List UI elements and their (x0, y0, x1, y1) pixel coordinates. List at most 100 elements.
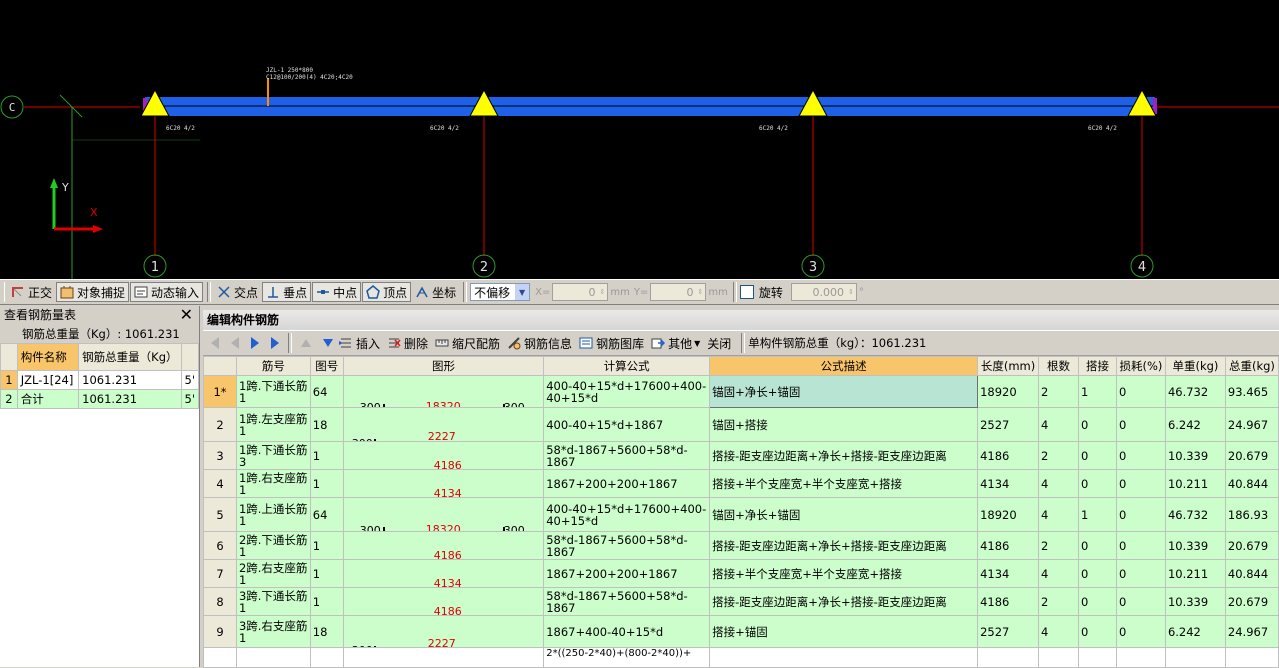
close-icon[interactable]: ✕ (180, 305, 193, 324)
y-offset-input[interactable]: 0 ⇕ (650, 283, 707, 301)
col-unit-weight[interactable]: 单重(kg) (1164, 356, 1226, 376)
formula-description[interactable]: 搭接-距支座边距离+净长+搭接-距支座边距离 (709, 531, 979, 560)
count[interactable]: 4 (1038, 407, 1079, 442)
row-number[interactable]: 6 (203, 531, 237, 560)
col-total-weight[interactable]: 钢筋总重量（Kg） (78, 343, 182, 371)
figure-number[interactable]: 1 (309, 559, 344, 588)
intersect-snap-button[interactable]: 交点 (214, 282, 261, 302)
bar-number[interactable]: 1跨.上通长筋1 (235, 497, 311, 532)
rebar-library-button[interactable]: 钢筋图库 (579, 335, 644, 352)
shape-cell[interactable]: 4186 (342, 441, 545, 470)
bar-number[interactable]: 3跨.下通长筋1 (235, 587, 311, 616)
row-number[interactable] (203, 647, 237, 668)
table-row[interactable]: 5 1跨.上通长筋1 64 300 18320 300 400-40+15*d+17600+… (203, 497, 1279, 532)
unit-weight[interactable]: 10.339 (1164, 441, 1226, 470)
figure-number[interactable]: 18 (309, 615, 344, 648)
table-row[interactable]: 93跨.右支座筋11830022271867+400-40+15*d搭接+锚固2… (203, 615, 1279, 648)
count[interactable]: 2 (1038, 441, 1079, 470)
length[interactable]: 2527 (977, 407, 1040, 442)
loss[interactable] (1115, 647, 1166, 668)
total-weight[interactable]: 93.465 (1224, 375, 1279, 408)
shape-cell[interactable]: 4134 (342, 469, 545, 498)
length[interactable]: 4186 (977, 441, 1040, 470)
col-loss[interactable]: 损耗(%) (1115, 356, 1166, 376)
delete-button[interactable]: 删除 (387, 335, 428, 352)
bar-number[interactable]: 1跨.左支座筋1 (235, 407, 311, 442)
count[interactable]: 4 (1038, 615, 1079, 648)
calc-formula[interactable]: 2*((250-2*40)+(800-2*40))+ (543, 647, 711, 668)
unit-weight[interactable]: 46.732 (1164, 497, 1226, 532)
col-length[interactable]: 长度(mm) (977, 356, 1040, 376)
total-weight[interactable]: 40.844 (1224, 469, 1279, 498)
length[interactable]: 18920 (977, 375, 1040, 408)
figure-number[interactable]: 64 (309, 497, 344, 532)
row-number[interactable]: 5 (203, 497, 237, 532)
osnap-button[interactable]: 对象捕捉 (56, 282, 130, 302)
loss[interactable]: 0 (1115, 615, 1166, 648)
calc-formula[interactable]: 400-40+15*d+1867 (543, 407, 711, 442)
row-number[interactable]: 7 (203, 559, 237, 588)
calc-formula[interactable]: 58*d-1867+5600+58*d-1867 (543, 587, 711, 616)
total-weight[interactable]: 20.679 (1224, 587, 1279, 616)
row-number[interactable]: 2 (203, 407, 237, 442)
shape-cell[interactable]: 300 2227 (342, 407, 545, 442)
vertex-snap-button[interactable]: 顶点 (362, 282, 412, 302)
row-number[interactable]: 9 (203, 615, 237, 648)
next-record-icon[interactable] (251, 337, 259, 349)
shape-cell[interactable]: 4186 (342, 587, 545, 616)
bar-number[interactable]: 1跨.下通长筋1 (235, 375, 311, 408)
row-number[interactable]: 8 (203, 587, 237, 616)
table-row[interactable]: 6 2跨.下通长筋1 1 4186 58*d-1867+5600+58*d-1867 搭接… (203, 531, 1279, 560)
lap[interactable] (1078, 647, 1117, 668)
loss[interactable]: 0 (1115, 375, 1166, 408)
col-formula[interactable]: 计算公式 (543, 356, 711, 376)
x-offset-input[interactable]: 0 ⇕ (552, 283, 609, 301)
total-weight[interactable] (1224, 647, 1279, 668)
count[interactable]: 2 (1038, 375, 1079, 408)
shape-cell[interactable]: 300 2227 (342, 615, 545, 648)
col-count[interactable]: 根数 (1038, 356, 1079, 376)
unit-weight[interactable]: 10.211 (1164, 469, 1226, 498)
rebar-info-button[interactable]: 钢筋信息 (507, 335, 572, 352)
length[interactable] (977, 647, 1040, 668)
lap[interactable]: 0 (1078, 441, 1117, 470)
lap[interactable]: 0 (1078, 531, 1117, 560)
scale-rebar-button[interactable]: 缩尺配筋 (435, 335, 500, 352)
table-row[interactable]: 1 JZL-1[24] 1061.231 5' (0, 370, 199, 390)
bar-number[interactable]: 3跨.右支座筋1 (235, 615, 311, 648)
loss[interactable]: 0 (1115, 559, 1166, 588)
offset-mode-select[interactable]: 不偏移 ▼ (470, 283, 531, 301)
formula-description[interactable]: 搭接+半个支座宽+半个支座宽+搭接 (709, 469, 979, 498)
table-row[interactable]: 3 1跨.下通长筋3 1 4186 58*d-1867+5600+58*d-1867 搭接… (203, 441, 1279, 470)
unit-weight[interactable]: 10.339 (1164, 531, 1226, 560)
bar-number[interactable]: 2跨.下通长筋1 (235, 531, 311, 560)
other-menu-button[interactable]: 其他 ▼ (651, 335, 700, 352)
col-bar-number[interactable]: 筋号 (235, 356, 311, 376)
unit-weight[interactable]: 6.242 (1164, 407, 1226, 442)
loss[interactable]: 0 (1115, 587, 1166, 616)
figure-number[interactable]: 1 (309, 531, 344, 560)
loss[interactable]: 0 (1115, 531, 1166, 560)
loss[interactable]: 0 (1115, 497, 1166, 532)
length[interactable]: 18920 (977, 497, 1040, 532)
col-total-weight[interactable]: 总重(kg) (1224, 356, 1279, 376)
insert-button[interactable]: 插入 (339, 335, 380, 352)
perp-snap-button[interactable]: 垂点 (262, 282, 312, 302)
length[interactable]: 4186 (977, 531, 1040, 560)
count[interactable]: 4 (1038, 497, 1079, 532)
lap[interactable]: 1 (1078, 497, 1117, 532)
calc-formula[interactable]: 1867+400-40+15*d (543, 615, 711, 648)
shape-cell[interactable] (342, 647, 545, 668)
loss[interactable]: 0 (1115, 407, 1166, 442)
coord-snap-button[interactable]: 坐标 (412, 282, 459, 302)
formula-description[interactable]: 搭接+半个支座宽+半个支座宽+搭接 (709, 559, 979, 588)
figure-number[interactable] (309, 647, 344, 668)
table-row[interactable]: 2*((250-2*40)+(800-2*40))+ (203, 647, 1279, 668)
formula-description[interactable]: 锚固+净长+锚固 (709, 375, 979, 408)
formula-description[interactable]: 搭接+锚固 (709, 615, 979, 648)
shape-cell[interactable]: 4186 (342, 531, 545, 560)
length[interactable]: 4186 (977, 587, 1040, 616)
loss[interactable]: 0 (1115, 469, 1166, 498)
bar-number[interactable]: 1跨.下通长筋3 (235, 441, 311, 470)
col-member-name[interactable]: 构件名称 (16, 343, 80, 371)
